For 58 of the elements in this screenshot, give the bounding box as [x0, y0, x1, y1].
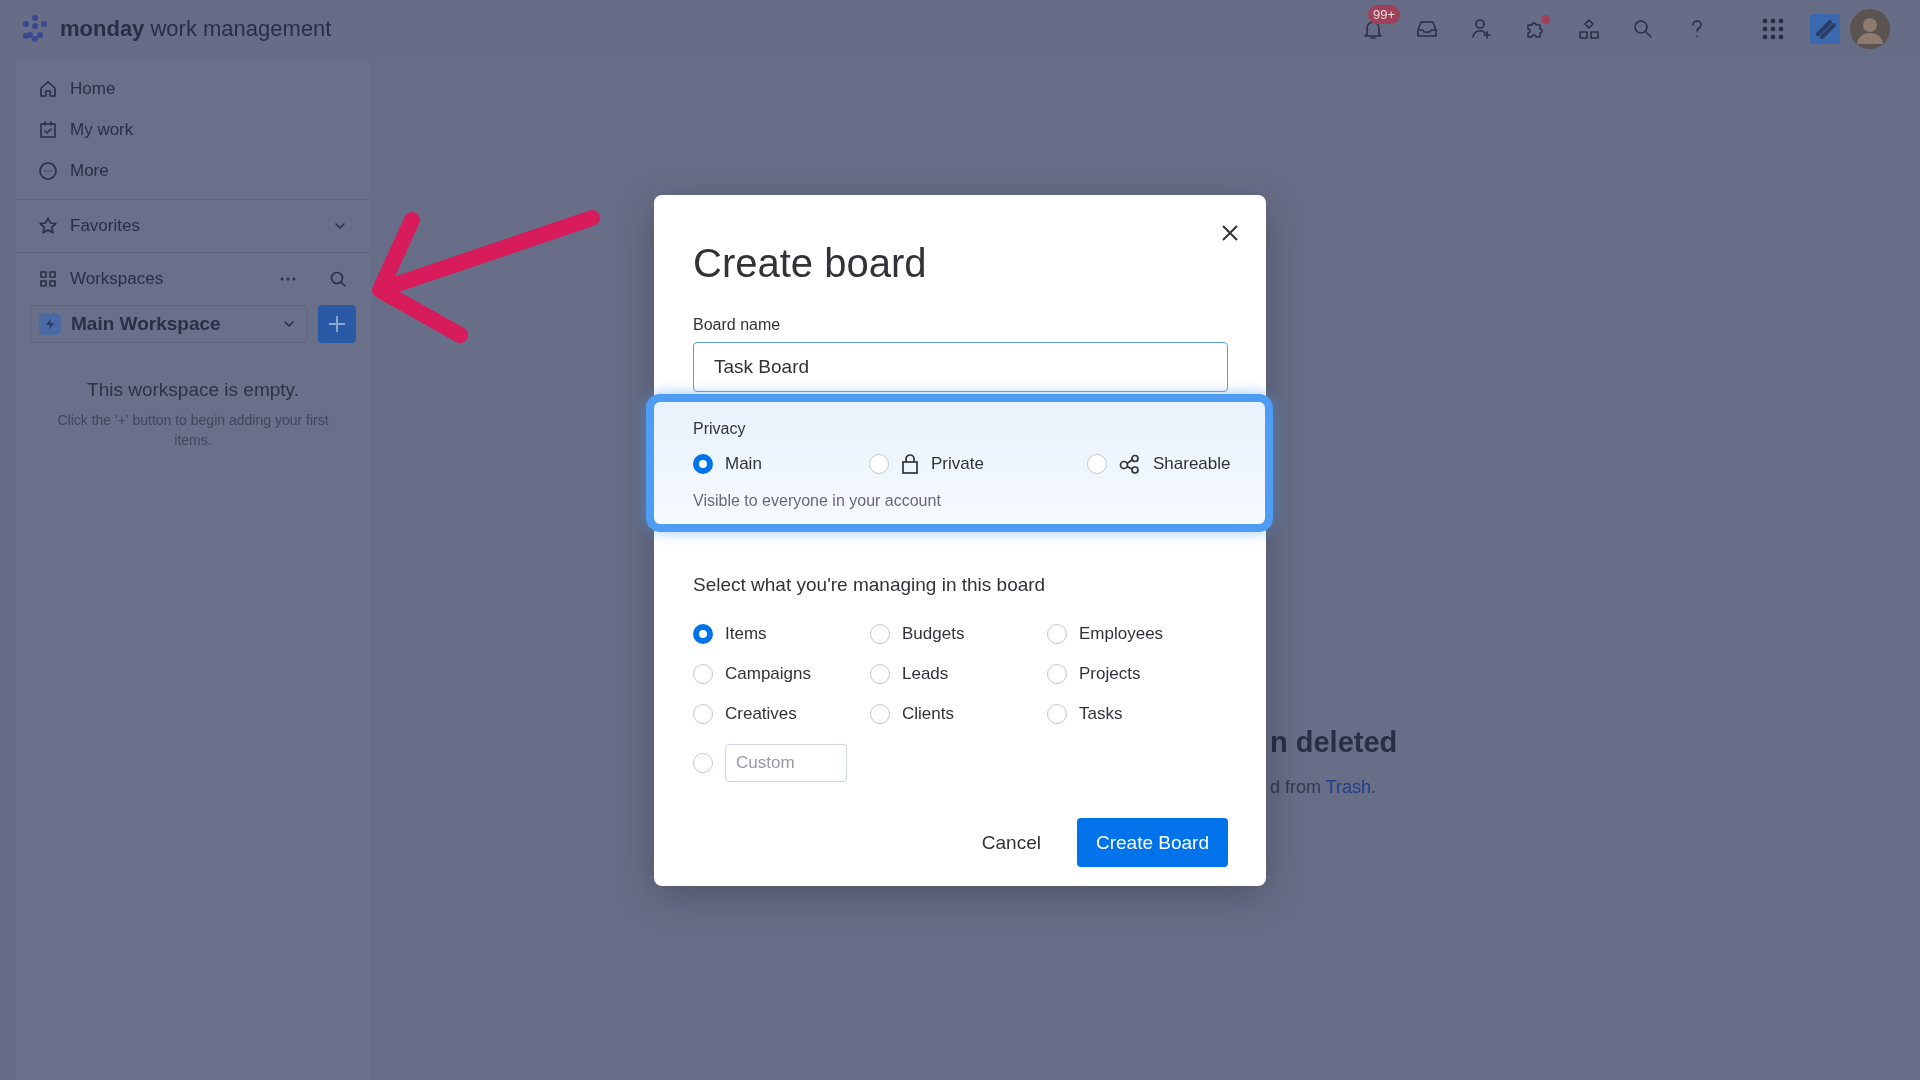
- workspace-logo-icon[interactable]: [1810, 14, 1840, 44]
- radio-button[interactable]: [870, 664, 890, 684]
- grid-icon: [38, 269, 58, 289]
- share-icon: [1119, 454, 1141, 474]
- more-icon: [38, 160, 58, 181]
- radio-button[interactable]: [869, 454, 889, 474]
- lock-icon: [901, 454, 919, 474]
- avatar[interactable]: [1850, 9, 1890, 49]
- board-type-option[interactable]: Campaigns: [693, 664, 870, 684]
- radio-button[interactable]: [693, 454, 713, 474]
- privacy-option[interactable]: Main: [693, 454, 869, 474]
- invite-user-icon[interactable]: [1469, 17, 1493, 41]
- radio-button[interactable]: [1087, 454, 1107, 474]
- logo-icon: [20, 14, 50, 44]
- star-icon: [38, 216, 58, 236]
- search-icon[interactable]: [1631, 17, 1655, 41]
- radio-button[interactable]: [1047, 664, 1067, 684]
- radio-button[interactable]: [693, 704, 713, 724]
- board-type-option[interactable]: Tasks: [1047, 704, 1228, 724]
- create-board-button[interactable]: Create Board: [1077, 818, 1228, 867]
- empty-state-title: This workspace is empty.: [86, 379, 300, 401]
- plus-icon: [326, 313, 348, 335]
- board-type-option[interactable]: Projects: [1047, 664, 1228, 684]
- custom-field[interactable]: Custom: [725, 744, 847, 782]
- notification-dot: [1541, 15, 1550, 24]
- board-type-option[interactable]: Employees: [1047, 624, 1228, 644]
- radio-button[interactable]: [693, 664, 713, 684]
- dialog-title: Create board: [693, 241, 928, 286]
- radio-button[interactable]: [1047, 624, 1067, 644]
- section-label: Select what you're managing in this board: [693, 574, 1047, 596]
- workspaces-label: Workspaces: [70, 269, 165, 289]
- radio-button[interactable]: [693, 753, 713, 773]
- privacy-option[interactable]: Shareable: [1087, 454, 1235, 474]
- notification-badge: 99+: [1368, 5, 1401, 24]
- radio-button[interactable]: [870, 704, 890, 724]
- home-icon: [38, 78, 58, 99]
- board-type-option[interactable]: Creatives: [693, 704, 870, 724]
- privacy-option[interactable]: Private: [869, 454, 1087, 474]
- section-label: Privacy: [693, 420, 747, 438]
- board-name-field[interactable]: Task Board: [693, 342, 1228, 392]
- board-type-option[interactable]: Clients: [870, 704, 1047, 724]
- add-button[interactable]: [318, 305, 356, 343]
- radio-button[interactable]: [870, 624, 890, 644]
- field-label: Board name: [693, 316, 782, 334]
- privacy-description: Visible to everyone in your account: [693, 492, 942, 510]
- lightning-icon: [39, 313, 61, 335]
- brand-name: monday work management: [60, 16, 332, 42]
- shapes-icon[interactable]: [1577, 17, 1601, 41]
- board-type-option[interactable]: Leads: [870, 664, 1047, 684]
- radio-button[interactable]: [1047, 704, 1067, 724]
- calendar-check-icon: [38, 119, 58, 140]
- radio-button[interactable]: [693, 624, 713, 644]
- search-icon[interactable]: [328, 269, 348, 289]
- board-type-option[interactable]: Items: [693, 624, 870, 644]
- cancel-button[interactable]: Cancel: [969, 821, 1053, 864]
- page-heading: n deleted: [1270, 726, 1399, 759]
- board-type-option[interactable]: Budgets: [870, 624, 1047, 644]
- apps-grid-icon[interactable]: [1761, 17, 1785, 41]
